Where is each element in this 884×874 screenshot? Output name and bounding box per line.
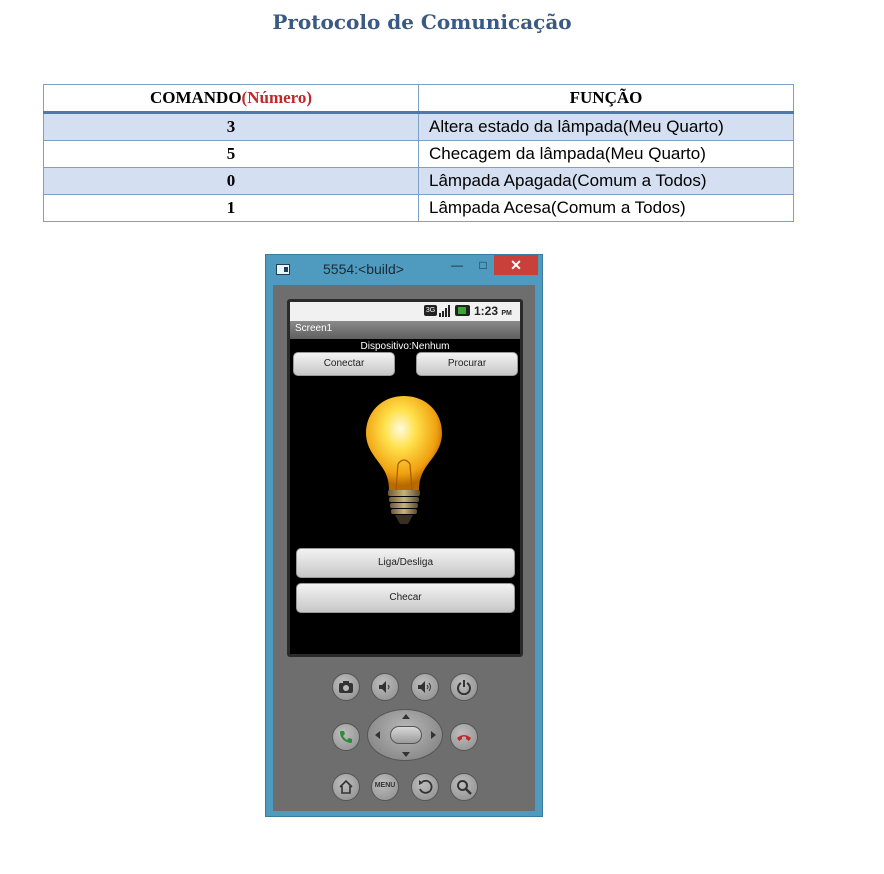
status-ampm: PM: [501, 310, 512, 317]
function-cell: Lâmpada Acesa(Comum a Todos): [418, 194, 794, 222]
camera-button[interactable]: [332, 673, 360, 701]
home-button[interactable]: [332, 773, 360, 801]
power-button[interactable]: [450, 673, 478, 701]
search-button[interactable]: [450, 773, 478, 801]
status-bar: 3G 1:23 PM: [290, 302, 520, 321]
function-cell: Lâmpada Apagada(Comum a Todos): [418, 167, 794, 195]
phone-call-icon: [340, 731, 352, 743]
table-row: 5 Checagem da lâmpada(Meu Quarto): [43, 140, 794, 168]
close-button[interactable]: ✕: [494, 255, 538, 275]
emulator-window: 5554:<build> — □ ✕ 3G 1:23 PM Screen1 Di…: [265, 254, 543, 817]
device-status-label: Dispositivo:Nenhum: [360, 341, 450, 352]
command-cell: 5: [43, 140, 419, 168]
volume-down-button[interactable]: [371, 673, 399, 701]
table-header-row: COMANDO(Número) FUNÇÃO: [43, 84, 794, 114]
dpad-left-icon[interactable]: [375, 731, 380, 739]
table-row: 3 Altera estado da lâmpada(Meu Quarto): [43, 112, 794, 141]
header-comando-label: COMANDO: [149, 88, 242, 107]
document-title: Protocolo de Comunicação: [272, 10, 572, 34]
dpad-right-icon[interactable]: [431, 731, 436, 739]
power-icon: [457, 680, 471, 695]
checar-button[interactable]: Checar: [296, 583, 515, 613]
end-call-button[interactable]: [450, 723, 478, 751]
device-screen: 3G 1:23 PM Screen1 Dispositivo:Nenhum Co…: [290, 302, 520, 654]
table-row: 1 Lâmpada Acesa(Comum a Todos): [43, 194, 794, 222]
volume-up-button[interactable]: [411, 673, 439, 701]
procurar-button[interactable]: Procurar: [416, 352, 518, 376]
window-titlebar[interactable]: 5554:<build> — □ ✕: [266, 255, 542, 285]
screen-title: Screen1: [295, 323, 333, 334]
light-bulb-image: [366, 396, 442, 524]
dpad-up-icon[interactable]: [402, 714, 410, 719]
maximize-button[interactable]: □: [470, 255, 496, 275]
status-time: 1:23 PM: [474, 304, 512, 318]
window-title: 5554:<build>: [323, 261, 404, 277]
network-3g-icon: 3G: [424, 305, 437, 316]
minimize-button[interactable]: —: [444, 255, 470, 275]
dpad[interactable]: [367, 709, 443, 761]
header-numero-label: (Número): [241, 88, 313, 107]
dpad-center-button[interactable]: [390, 726, 422, 744]
back-button[interactable]: [411, 773, 439, 801]
header-comando: COMANDO(Número): [43, 84, 419, 114]
volume-down-icon: [379, 681, 390, 693]
screen-bezel: 3G 1:23 PM Screen1 Dispositivo:Nenhum Co…: [287, 299, 523, 657]
liga-desliga-button[interactable]: Liga/Desliga: [296, 548, 515, 578]
status-clock: 1:23: [474, 304, 499, 318]
emulator-body: 3G 1:23 PM Screen1 Dispositivo:Nenhum Co…: [273, 285, 535, 811]
signal-bars-icon: [439, 305, 452, 317]
conectar-button[interactable]: Conectar: [293, 352, 395, 376]
command-cell: 3: [43, 112, 419, 141]
protocol-table: COMANDO(Número) FUNÇÃO 3 Altera estado d…: [43, 84, 794, 222]
volume-up-icon: [418, 681, 431, 693]
menu-button[interactable]: MENU: [371, 773, 399, 801]
function-cell: Checagem da lâmpada(Meu Quarto): [418, 140, 794, 168]
battery-icon: [455, 305, 470, 316]
command-cell: 0: [43, 167, 419, 195]
emulator-app-icon: [276, 264, 290, 275]
back-icon: [419, 779, 433, 794]
header-funcao: FUNÇÃO: [418, 84, 794, 114]
home-icon: [339, 779, 353, 794]
command-cell: 1: [43, 194, 419, 222]
call-button[interactable]: [332, 723, 360, 751]
function-cell: Altera estado da lâmpada(Meu Quarto): [418, 112, 794, 141]
app-title-bar: Screen1: [290, 321, 520, 339]
end-call-icon: [457, 735, 471, 741]
camera-icon: [339, 681, 353, 693]
search-icon: [457, 780, 472, 795]
table-row: 0 Lâmpada Apagada(Comum a Todos): [43, 167, 794, 195]
dpad-down-icon[interactable]: [402, 752, 410, 757]
menu-label: MENU: [374, 782, 396, 789]
